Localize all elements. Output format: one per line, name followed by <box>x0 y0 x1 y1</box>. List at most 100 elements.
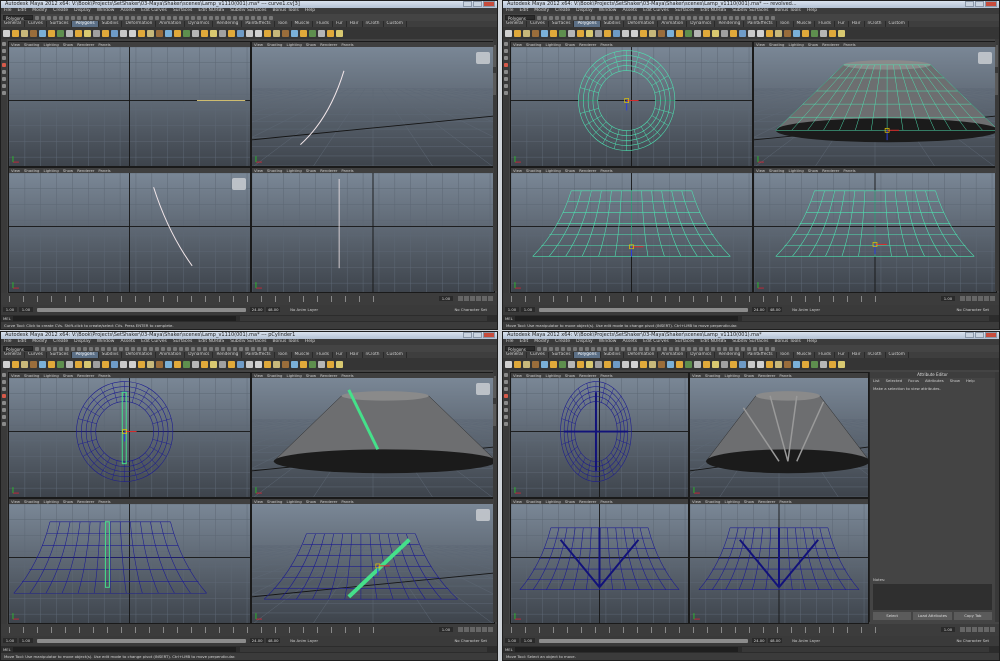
status-line-icon[interactable] <box>627 346 631 351</box>
shelf-tool-icon[interactable] <box>219 29 226 37</box>
status-line-icon[interactable] <box>699 346 703 351</box>
play-back-icon[interactable] <box>972 296 977 301</box>
panel-menu-shading[interactable]: Shading <box>767 42 786 47</box>
shelf-tool-icon[interactable] <box>577 360 584 368</box>
shelf-tool-icon[interactable] <box>649 360 656 368</box>
viewport-panel[interactable]: View Shading Lighting Show Renderer Panels <box>510 167 753 293</box>
status-line-icon[interactable] <box>753 15 757 20</box>
range-slider-bar[interactable] <box>37 639 247 643</box>
status-line-icon[interactable] <box>101 15 105 20</box>
status-line-icon[interactable] <box>585 15 589 20</box>
panel-menu-shading[interactable]: Shading <box>703 499 722 504</box>
character-set-label[interactable]: No Character Set <box>454 638 487 643</box>
command-input[interactable] <box>515 316 739 321</box>
status-line-icon[interactable] <box>549 15 553 20</box>
shelf-tool-icon[interactable] <box>111 360 118 368</box>
shelf-tool-icon[interactable] <box>748 29 755 37</box>
status-line-icon[interactable] <box>561 15 565 20</box>
shelf-tool-icon[interactable] <box>93 29 100 37</box>
viewport-panel[interactable]: View Shading Lighting Show Renderer Panels <box>251 498 495 624</box>
panel-menu-lighting[interactable]: Lighting <box>41 373 60 378</box>
shelf-tool-icon[interactable] <box>219 360 226 368</box>
status-line-icon[interactable] <box>191 15 195 20</box>
maximize-button[interactable] <box>975 1 984 7</box>
panel-menu-show[interactable]: Show <box>806 42 820 47</box>
minimize-button[interactable] <box>965 332 974 338</box>
status-line-icon[interactable] <box>765 346 769 351</box>
status-line-icon[interactable] <box>41 346 45 351</box>
shelf-tool-icon[interactable] <box>838 29 845 37</box>
status-line-icon[interactable] <box>645 15 649 20</box>
manipulator-icon[interactable] <box>504 84 508 88</box>
shelf-tool-icon[interactable] <box>75 29 82 37</box>
panel-menu-lighting[interactable]: Lighting <box>284 499 303 504</box>
viewport-panel[interactable]: View Shading Lighting Show Renderer Panels <box>689 498 869 624</box>
end-time-field[interactable]: 48.00 <box>266 638 281 643</box>
shelf-tool-icon[interactable] <box>658 29 665 37</box>
status-line-icon[interactable] <box>711 346 715 351</box>
shelf-tool-icon[interactable] <box>93 360 100 368</box>
status-line-icon[interactable] <box>573 346 577 351</box>
panel-menu-view[interactable]: View <box>511 42 524 47</box>
status-line-icon[interactable] <box>675 15 679 20</box>
shelf-tool-icon[interactable] <box>541 360 548 368</box>
shelf-tool-icon[interactable] <box>721 360 728 368</box>
shelf-tool-icon[interactable] <box>838 360 845 368</box>
shelf-tool-icon[interactable] <box>694 29 701 37</box>
status-line-icon[interactable] <box>687 346 691 351</box>
status-line-icon[interactable] <box>185 346 189 351</box>
paint-select-icon[interactable] <box>504 387 508 391</box>
play-forward-icon[interactable] <box>476 296 481 301</box>
shelf-tool-icon[interactable] <box>264 29 271 37</box>
range-start-field[interactable]: 1.00 <box>521 307 535 312</box>
layer-editor-tab[interactable] <box>995 73 998 95</box>
panel-menu-lighting[interactable]: Lighting <box>41 499 60 504</box>
shelf-tool-icon[interactable] <box>631 360 638 368</box>
status-line-icon[interactable] <box>621 15 625 20</box>
panel-menu-shading[interactable]: Shading <box>524 499 543 504</box>
range-slider-bar[interactable] <box>539 308 749 312</box>
shelf-tool-icon[interactable] <box>820 360 827 368</box>
panel-menu-renderer[interactable]: Renderer <box>577 373 598 378</box>
status-line-icon[interactable] <box>47 15 51 20</box>
shelf-tool-icon[interactable] <box>604 360 611 368</box>
status-line-icon[interactable] <box>233 15 237 20</box>
shelf-tool-icon[interactable] <box>84 29 91 37</box>
panel-menu-shading[interactable]: Shading <box>524 373 543 378</box>
shelf-tool-icon[interactable] <box>138 360 145 368</box>
panel-menu-panels[interactable]: Panels <box>598 42 614 47</box>
menu-set-dropdown[interactable]: Polygons <box>505 15 535 21</box>
status-line-icon[interactable] <box>227 346 231 351</box>
character-set-label[interactable]: No Character Set <box>956 307 989 312</box>
paint-select-icon[interactable] <box>2 56 6 60</box>
status-line-icon[interactable] <box>245 15 249 20</box>
shelf-tool-icon[interactable] <box>775 360 782 368</box>
status-line-icon[interactable] <box>609 15 613 20</box>
status-line-icon[interactable] <box>717 346 721 351</box>
shelf-tool-icon[interactable] <box>514 360 521 368</box>
status-line-icon[interactable] <box>95 15 99 20</box>
panel-menu-renderer[interactable]: Renderer <box>318 168 339 173</box>
status-line-icon[interactable] <box>257 346 261 351</box>
time-slider[interactable]: 1.00 <box>503 624 999 636</box>
shelf-tool-icon[interactable] <box>523 360 530 368</box>
status-line-icon[interactable] <box>579 15 583 20</box>
status-line-icon[interactable] <box>47 346 51 351</box>
shelf-tool-icon[interactable] <box>622 29 629 37</box>
layer-editor-tab[interactable] <box>493 404 496 426</box>
status-line-icon[interactable] <box>729 15 733 20</box>
panel-menu-renderer[interactable]: Renderer <box>756 373 777 378</box>
shelf-tool-icon[interactable] <box>523 29 530 37</box>
status-line-icon[interactable] <box>203 346 207 351</box>
shelf-tool-icon[interactable] <box>739 360 746 368</box>
status-line-icon[interactable] <box>77 15 81 20</box>
close-button[interactable] <box>483 332 495 338</box>
status-line-icon[interactable] <box>83 346 87 351</box>
panel-menu-shading[interactable]: Shading <box>22 168 41 173</box>
close-button[interactable] <box>985 1 997 7</box>
panel-menu-show[interactable]: Show <box>61 42 75 47</box>
status-line-icon[interactable] <box>155 15 159 20</box>
move-tool-icon[interactable] <box>504 63 508 67</box>
panel-menu-lighting[interactable]: Lighting <box>543 373 562 378</box>
shelf-tool-icon[interactable] <box>120 360 127 368</box>
